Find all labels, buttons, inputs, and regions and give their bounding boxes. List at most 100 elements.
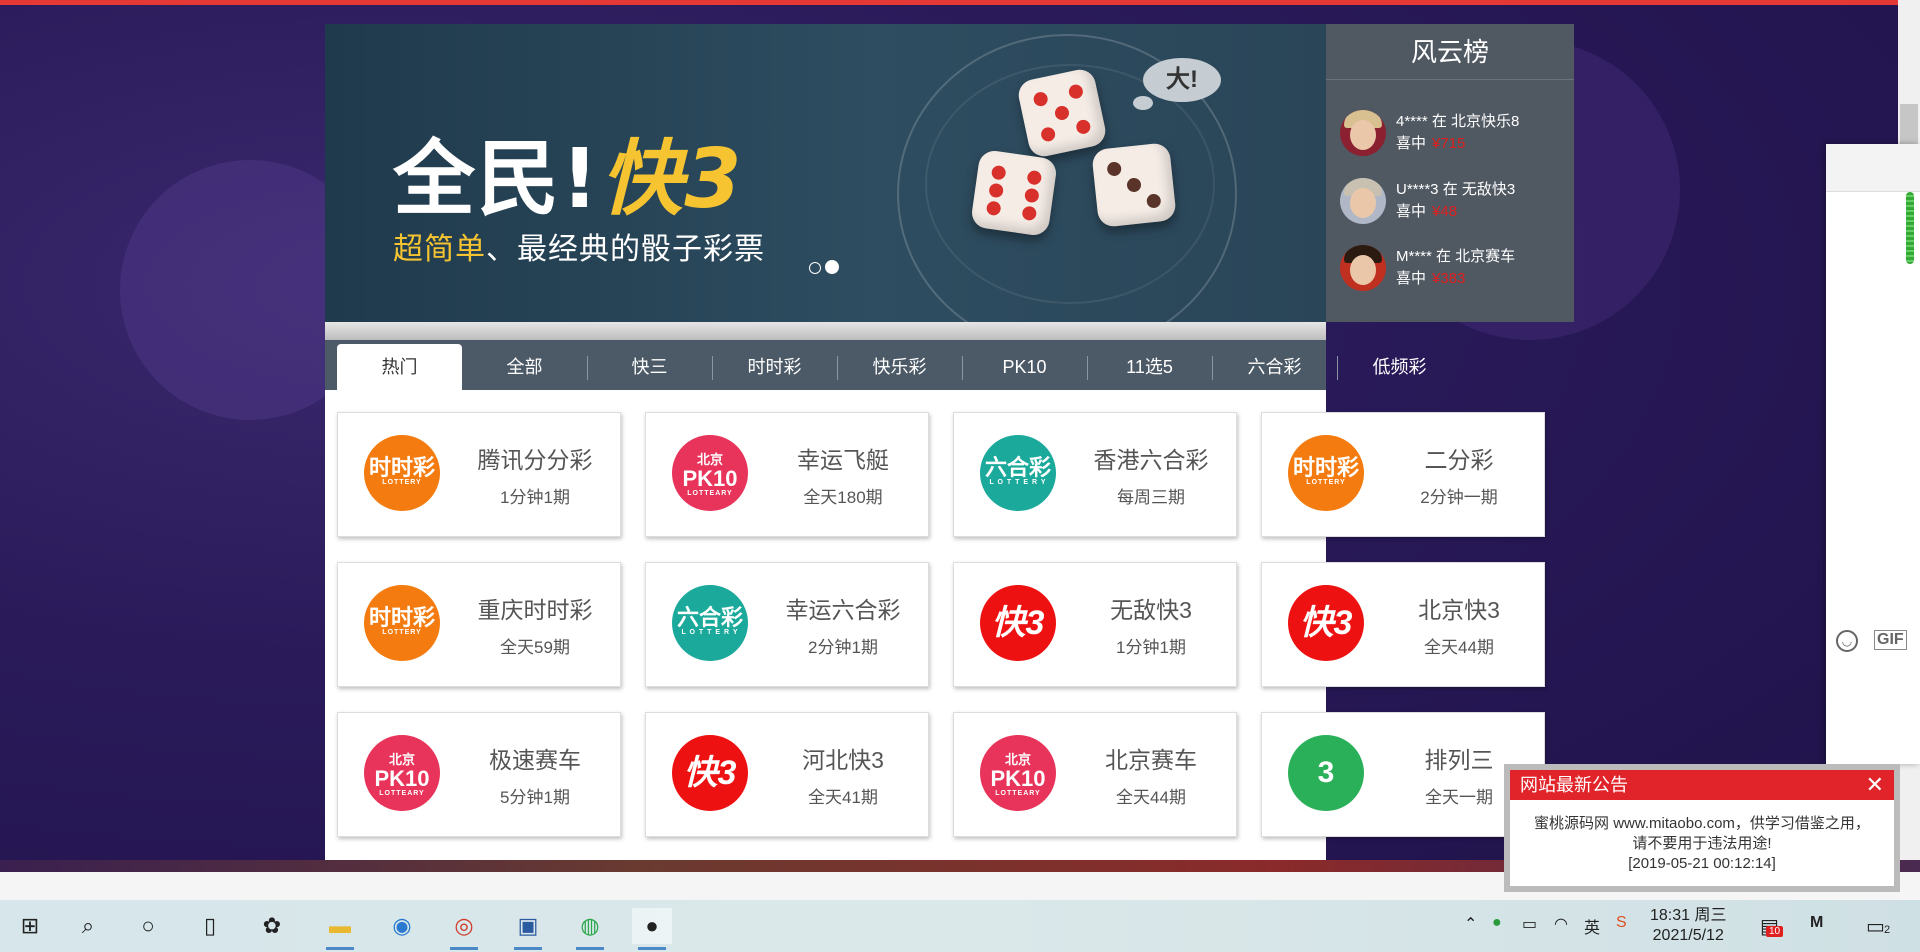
game-card[interactable]: 北京 PK10 LOTTEARY 幸运飞艇 全天180期	[645, 412, 929, 537]
game-frequency: 2分钟1期	[808, 638, 878, 657]
game-frequency: 1分钟1期	[500, 488, 570, 507]
taskbar-clock[interactable]: 18:31 周三 2021/5/12	[1650, 906, 1727, 946]
game-card[interactable]: 六合彩 L O T T E R Y 香港六合彩每周三期	[953, 412, 1237, 537]
tab-hot[interactable]: 热门	[337, 344, 462, 390]
cortana-icon[interactable]: ○	[128, 908, 168, 944]
chrome-browser-icon[interactable]: ◎	[444, 908, 484, 950]
lottery-logo-icon: 时时彩 LOTTERY	[1288, 435, 1364, 511]
game-card[interactable]: 北京 PK10 LOTTEARY 极速赛车 5分钟1期	[337, 712, 621, 837]
ranking-win: 喜中 ¥383	[1396, 270, 1466, 287]
carousel-dot-active[interactable]	[825, 260, 839, 274]
edge-browser-icon[interactable]: ◉	[382, 908, 422, 944]
tab-dipin[interactable]: 低频彩	[1337, 344, 1462, 390]
tab-all[interactable]: 全部	[462, 344, 587, 390]
action-center-icon[interactable]: ▭	[1866, 914, 1885, 939]
game-card[interactable]: 时时彩 LOTTERY 重庆时时彩全天59期	[337, 562, 621, 687]
wifi-icon[interactable]: ◠	[1554, 914, 1568, 934]
lottery-logo-icon: 时时彩 LOTTERY	[364, 585, 440, 661]
game-name: 幸运飞艇	[797, 447, 889, 473]
tab-11x5[interactable]: 11选5	[1087, 344, 1212, 390]
game-name: 二分彩	[1424, 447, 1494, 473]
emoji-icon[interactable]: ◡	[1836, 630, 1858, 652]
tab-k3[interactable]: 快三	[587, 344, 712, 390]
carousel-dot[interactable]	[809, 262, 821, 274]
tray-sync-icon[interactable]: ●	[1492, 914, 1502, 932]
remote-desktop-icon[interactable]: ▣	[508, 908, 548, 950]
announcement-header: 网站最新公告 ✕	[1510, 770, 1894, 800]
tray-expand-icon[interactable]: ⌃	[1464, 914, 1477, 934]
tab-kuaile[interactable]: 快乐彩	[837, 344, 962, 390]
game-frequency: 全天44期	[1116, 788, 1186, 807]
action-center-count: 2	[1884, 924, 1891, 936]
game-card[interactable]: 快3 无敌快3 1分钟1期	[953, 562, 1237, 687]
game-name: 腾讯分分彩	[477, 447, 593, 473]
avatar	[1340, 245, 1386, 291]
tab-pk10[interactable]: PK10	[962, 344, 1087, 390]
game-card[interactable]: 3 排列三 全天一期	[1261, 712, 1545, 837]
ranking-user: 4**** 在 北京快乐8	[1396, 113, 1520, 130]
game-name: 香港六合彩	[1093, 447, 1209, 473]
ranking-item: U****3 在 无敌快3 喜中 ¥48	[1340, 174, 1570, 230]
notification-badge: 10	[1766, 926, 1784, 937]
game-frequency: 2分钟一期	[1420, 488, 1498, 507]
game-card[interactable]: 快3 河北快3 全天41期	[645, 712, 929, 837]
speech-bubble-tail	[1133, 96, 1153, 110]
dice-icon	[969, 148, 1059, 238]
ime-indicator[interactable]: 英	[1584, 914, 1600, 938]
game-frequency: 1分钟1期	[1116, 638, 1186, 657]
lottery-logo-icon: 快3	[980, 585, 1056, 661]
game-card[interactable]: 时时彩 LOTTERY 二分彩 2分钟一期	[1261, 412, 1545, 537]
game-name: 北京赛车	[1105, 747, 1197, 773]
announcement-title: 网站最新公告	[1520, 775, 1628, 795]
ranking-item: M**** 在 北京赛车 喜中 ¥383	[1340, 241, 1570, 297]
app-pinwheel-icon[interactable]: ✿	[252, 908, 292, 944]
game-name: 河北快3	[802, 747, 884, 773]
sogou-ime-icon[interactable]: S	[1616, 914, 1627, 932]
game-frequency: 全天44期	[1424, 638, 1494, 657]
banner-subtitle: 超简单、最经典的骰子彩票	[393, 233, 765, 266]
tab-lhc[interactable]: 六合彩	[1212, 344, 1337, 390]
game-name: 无敌快3	[1110, 597, 1192, 623]
ranking-user: U****3 在 无敌快3	[1396, 181, 1516, 198]
lottery-logo-icon: 六合彩 L O T T E R Y	[980, 435, 1056, 511]
close-icon[interactable]: ✕	[1866, 770, 1884, 800]
tab-ssc[interactable]: 时时彩	[712, 344, 837, 390]
windows-start-icon[interactable]: ⊞	[10, 908, 50, 944]
gif-button[interactable]: GIF	[1874, 630, 1907, 650]
carousel-dots	[809, 260, 843, 279]
announcement-body: 蜜桃源码网 www.mitaobo.com，供学习借鉴之用， 请不要用于违法用途…	[1510, 800, 1894, 874]
app-m-icon[interactable]: M	[1810, 914, 1823, 932]
ranking-title: 风云榜	[1326, 24, 1574, 80]
side-panel-scrollbar[interactable]	[1906, 192, 1914, 264]
dice-icon	[1015, 66, 1109, 160]
battery-icon[interactable]: ▭	[1522, 914, 1537, 934]
promo-banner[interactable]: 全民!快3 超简单、最经典的骰子彩票 大!	[325, 24, 1326, 322]
game-name: 幸运六合彩	[785, 597, 901, 623]
game-card[interactable]: 快3 北京快3 全天44期	[1261, 562, 1545, 687]
task-view-icon[interactable]: ▯	[190, 908, 230, 944]
dice-icon	[1091, 142, 1177, 228]
clock-time: 18:31 周三	[1650, 907, 1727, 924]
game-name: 极速赛车	[489, 747, 581, 773]
windows-taskbar: ⊞ ⌕ ○ ▯ ✿ ▬ ◉ ◎ ▣ ◍ ● ⌃ ● ▭ ◠ 英 S 18:31 …	[0, 900, 1920, 952]
lottery-logo-icon: 北京 PK10 LOTTEARY	[364, 735, 440, 811]
game-frequency: 全天59期	[500, 638, 570, 657]
game-card[interactable]: 北京 PK10 LOTTEARY 北京赛车全天44期	[953, 712, 1237, 837]
game-name: 重庆时时彩	[477, 597, 593, 623]
game-card[interactable]: 六合彩 L O T T E R Y 幸运六合彩 2分钟1期	[645, 562, 929, 687]
game-card[interactable]: 时时彩 LOTTERY 腾讯分分彩 1分钟1期	[337, 412, 621, 537]
search-icon[interactable]: ⌕	[68, 908, 108, 944]
avatar	[1340, 178, 1386, 224]
lottery-logo-icon: 北京 PK10 LOTTEARY	[980, 735, 1056, 811]
game-grid: 时时彩 LOTTERY 腾讯分分彩 1分钟1期 北京 PK10 LOTTEARY 幸运飞艇 全天…	[325, 390, 1545, 860]
game-frequency: 全天41期	[808, 788, 878, 807]
browser-scrollbar-thumb[interactable]	[1900, 104, 1918, 148]
ranking-user: M**** 在 北京赛车	[1396, 248, 1516, 265]
wechat-icon[interactable]: ◍	[570, 908, 610, 950]
announcement-popup: 网站最新公告 ✕ 蜜桃源码网 www.mitaobo.com，供学习借鉴之用， …	[1504, 764, 1900, 892]
game-frequency: 每周三期	[1117, 488, 1185, 507]
app-avatar-icon[interactable]: ●	[632, 908, 672, 950]
file-explorer-icon[interactable]: ▬	[320, 908, 360, 950]
banner-title: 全民!快3	[393, 132, 744, 227]
winner-ranking-panel: 风云榜 4**** 在 北京快乐8 喜中 ¥715 U****3 在 无敌快3 喜…	[1326, 24, 1574, 322]
